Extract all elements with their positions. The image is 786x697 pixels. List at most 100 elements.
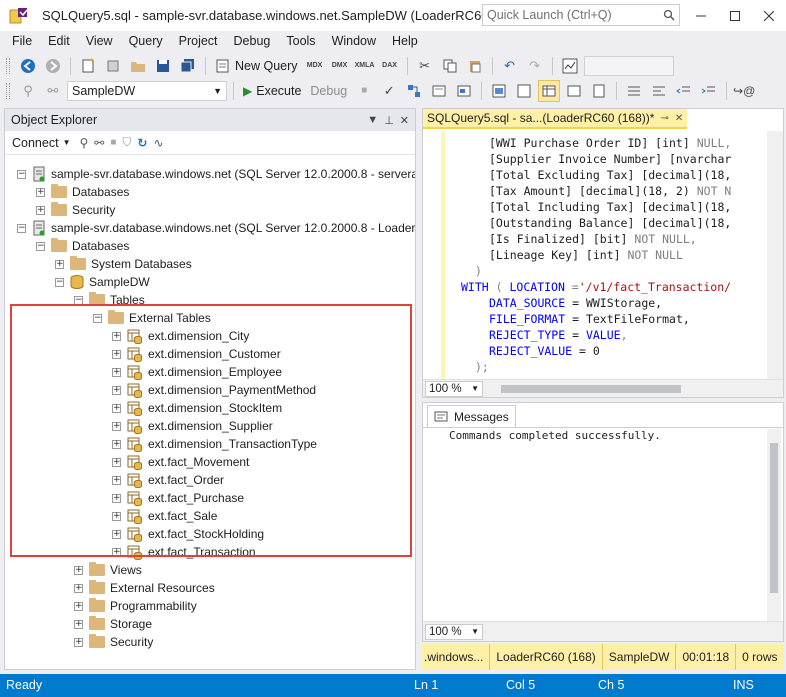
activity-monitor-icon[interactable]	[559, 55, 581, 77]
decrease-indent-icon[interactable]	[673, 80, 695, 102]
forward-icon[interactable]	[42, 55, 64, 77]
expand-icon[interactable]: +	[112, 403, 121, 413]
tree-node[interactable]: + ext.dimension_City	[112, 327, 249, 345]
dax-query-button[interactable]: DAX	[379, 55, 401, 77]
menu-view[interactable]: View	[78, 34, 121, 48]
dmx-query-button[interactable]: DMX	[329, 55, 351, 77]
close-panel-icon[interactable]: ✕	[400, 114, 409, 127]
scrollbar-thumb[interactable]	[501, 384, 681, 393]
tree-node[interactable]: + Databases	[36, 183, 129, 201]
sql-code-editor[interactable]: [WWI Purchase Order ID] [int] NULL, [Supp…	[423, 131, 765, 381]
menu-tools[interactable]: Tools	[278, 34, 323, 48]
available-databases-select[interactable]: SampleDW ▼	[67, 80, 227, 101]
expand-icon[interactable]: +	[36, 187, 45, 197]
save-all-icon[interactable]	[177, 55, 199, 77]
tree-node[interactable]: + System Databases	[55, 255, 192, 273]
open-file-icon[interactable]	[127, 55, 149, 77]
tree-node[interactable]: + External Resources	[74, 579, 215, 597]
tree-node[interactable]: + ext.dimension_TransactionType	[112, 435, 317, 453]
editor-zoom-select[interactable]: 100 % ▼	[425, 380, 483, 397]
tree-node[interactable]: − SampleDW	[55, 273, 150, 291]
refresh-icon[interactable]: ↻	[137, 136, 147, 150]
back-icon[interactable]	[17, 55, 39, 77]
uncomment-icon[interactable]	[648, 80, 670, 102]
tree-node[interactable]: + ext.fact_Order	[112, 471, 224, 489]
tree-node[interactable]: + ext.fact_StockHolding	[112, 525, 264, 543]
tree-node[interactable]: − External Tables	[93, 309, 211, 327]
tree-node[interactable]: + Storage	[74, 615, 152, 633]
undo-icon[interactable]: ↶	[499, 55, 521, 77]
tree-node[interactable]: − sample-svr.database.windows.net (SQL Se…	[17, 219, 415, 237]
menu-project[interactable]: Project	[171, 34, 226, 48]
collapse-icon[interactable]: −	[17, 169, 26, 179]
results-to-text-icon[interactable]	[563, 80, 585, 102]
expand-icon[interactable]: +	[74, 619, 83, 629]
new-query-button[interactable]: New Query	[212, 58, 301, 74]
increase-indent-icon[interactable]	[698, 80, 720, 102]
tree-node[interactable]: + Security	[74, 633, 153, 651]
expand-icon[interactable]: +	[74, 601, 83, 611]
connect-object-explorer-icon[interactable]: ⚲	[79, 136, 88, 150]
tab-close-icon[interactable]: ✕	[675, 113, 683, 124]
expand-icon[interactable]: +	[112, 457, 121, 467]
toolbar-grip[interactable]	[6, 57, 10, 74]
stop-icon[interactable]: ■	[110, 137, 116, 148]
minimize-button[interactable]	[684, 0, 718, 31]
menu-edit[interactable]: Edit	[40, 34, 78, 48]
ssms-app-icon[interactable]	[8, 5, 30, 27]
tree-node[interactable]: − sample-svr.database.windows.net (SQL Se…	[17, 165, 415, 183]
collapse-icon[interactable]: −	[74, 295, 83, 305]
collapse-icon[interactable]: −	[55, 277, 64, 287]
tree-node[interactable]: + Security	[36, 201, 115, 219]
parse-checkmark-icon[interactable]: ✓	[378, 80, 400, 102]
expand-icon[interactable]: +	[112, 331, 121, 341]
tab-pin-icon[interactable]: ⊸	[660, 113, 668, 124]
connect-icon[interactable]: ⚲	[17, 80, 39, 102]
filter-icon[interactable]: ⛉	[122, 135, 131, 150]
results-to-grid-icon[interactable]	[538, 79, 561, 102]
expand-icon[interactable]: +	[112, 421, 121, 431]
debug-button[interactable]: Debug	[307, 84, 350, 98]
add-item-icon[interactable]	[102, 55, 124, 77]
expand-icon[interactable]: +	[112, 367, 121, 377]
scrollbar-thumb[interactable]	[770, 443, 778, 593]
tree-node[interactable]: + ext.fact_Sale	[112, 507, 217, 525]
expand-icon[interactable]: +	[74, 583, 83, 593]
close-button[interactable]	[752, 0, 786, 31]
messages-tab[interactable]: Messages	[427, 405, 516, 427]
cut-icon[interactable]: ✂	[414, 55, 436, 77]
save-icon[interactable]	[152, 55, 174, 77]
expand-icon[interactable]: +	[112, 385, 121, 395]
tree-node[interactable]: − Databases	[36, 237, 129, 255]
menu-file[interactable]: File	[4, 34, 40, 48]
expand-icon[interactable]: +	[74, 637, 83, 647]
collapse-icon[interactable]: −	[36, 241, 45, 251]
tree-node[interactable]: + ext.dimension_Customer	[112, 345, 281, 363]
disconnect-server-icon[interactable]: ⚯	[94, 136, 104, 150]
tree-node[interactable]: + ext.dimension_PaymentMethod	[112, 381, 316, 399]
expand-icon[interactable]: +	[112, 475, 121, 485]
tree-node[interactable]: + ext.fact_Movement	[112, 453, 249, 471]
disconnect-icon[interactable]: ⚯	[42, 80, 64, 102]
editor-vertical-scrollbar[interactable]	[767, 131, 783, 379]
xmla-query-button[interactable]: XMLA	[354, 55, 376, 77]
menu-window[interactable]: Window	[324, 34, 384, 48]
tree-node[interactable]: + ext.fact_Transaction	[112, 543, 256, 561]
tree-node[interactable]: + ext.dimension_Employee	[112, 363, 282, 381]
menu-query[interactable]: Query	[121, 34, 171, 48]
query-editor-tab[interactable]: SQLQuery5.sql - sa...(LoaderRC60 (168))*…	[423, 109, 688, 129]
new-project-icon[interactable]	[77, 55, 99, 77]
tree-node[interactable]: − Tables	[74, 291, 145, 309]
pin-icon[interactable]: ⊥	[384, 114, 394, 127]
results-to-file-icon[interactable]	[588, 80, 610, 102]
quick-launch-search[interactable]: Quick Launch (Ctrl+Q)	[482, 4, 680, 26]
expand-icon[interactable]: +	[112, 529, 121, 539]
tree-node[interactable]: + Programmability	[74, 597, 197, 615]
copy-icon[interactable]	[439, 55, 461, 77]
execute-button[interactable]: ▶ Execute	[240, 84, 304, 98]
menu-debug[interactable]: Debug	[226, 34, 279, 48]
redo-icon[interactable]: ↷	[524, 55, 546, 77]
actual-plan-icon[interactable]	[488, 80, 510, 102]
connect-dropdown-button[interactable]: Connect ▼	[9, 136, 73, 150]
tree-node[interactable]: + ext.dimension_StockItem	[112, 399, 282, 417]
